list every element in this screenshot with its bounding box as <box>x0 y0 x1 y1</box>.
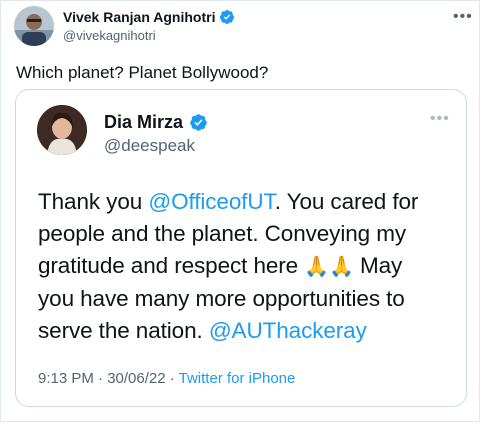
quoted-author-name-text[interactable]: Dia Mirza <box>104 112 183 133</box>
verified-badge-icon <box>220 10 235 24</box>
quoted-author-name[interactable]: Dia Mirza <box>104 112 208 133</box>
timestamp[interactable]: 9:13 PM · 30/06/22 · <box>38 370 179 387</box>
mention-link[interactable]: @AUThackeray <box>209 318 367 343</box>
tweet-embed: Vivek Ranjan Agnihotri @vivekagnihotri •… <box>0 0 480 422</box>
quoted-author-handle[interactable]: @deespeak <box>104 136 195 156</box>
mention-link[interactable]: @OfficeofUT <box>148 189 274 214</box>
author-handle[interactable]: @vivekagnihotri <box>63 28 156 43</box>
author-name-text[interactable]: Vivek Ranjan Agnihotri <box>63 9 215 25</box>
quoted-tweet-card[interactable]: Dia Mirza @deespeak ••• Thank you @Offic… <box>15 89 467 407</box>
folded-hands-emoji: 🙏🙏 <box>304 255 354 278</box>
tweet-text: Which planet? Planet Bollywood? <box>16 63 269 82</box>
more-options-icon[interactable]: ••• <box>453 9 473 25</box>
more-options-icon[interactable]: ••• <box>430 111 450 127</box>
verified-badge-icon <box>190 114 207 131</box>
text-span: gratitude and respect here <box>38 252 305 278</box>
avatar[interactable] <box>14 6 54 46</box>
quoted-avatar[interactable] <box>37 105 87 155</box>
text-line: people and the planet. Conveying my <box>38 220 407 246</box>
quoted-tweet-text: Thank you @OfficeofUT. You cared for peo… <box>38 186 456 347</box>
text-span: serve the nation. <box>38 318 209 344</box>
text-line: Thank you @OfficeofUT. You cared for <box>38 186 456 218</box>
text-line: gratitude and respect here 🙏🙏 May <box>38 250 456 284</box>
text-span: Thank you <box>38 189 149 214</box>
text-line: you have many more opportunities to <box>38 286 405 312</box>
text-span: . You cared for <box>274 189 419 214</box>
author-name[interactable]: Vivek Ranjan Agnihotri <box>63 9 235 25</box>
text-line: serve the nation. @AUThackeray <box>38 315 456 347</box>
tweet-metadata: 9:13 PM · 30/06/22 · Twitter for iPhone <box>38 370 295 387</box>
text-span: May <box>353 252 403 278</box>
source-link[interactable]: Twitter for iPhone <box>179 370 296 387</box>
